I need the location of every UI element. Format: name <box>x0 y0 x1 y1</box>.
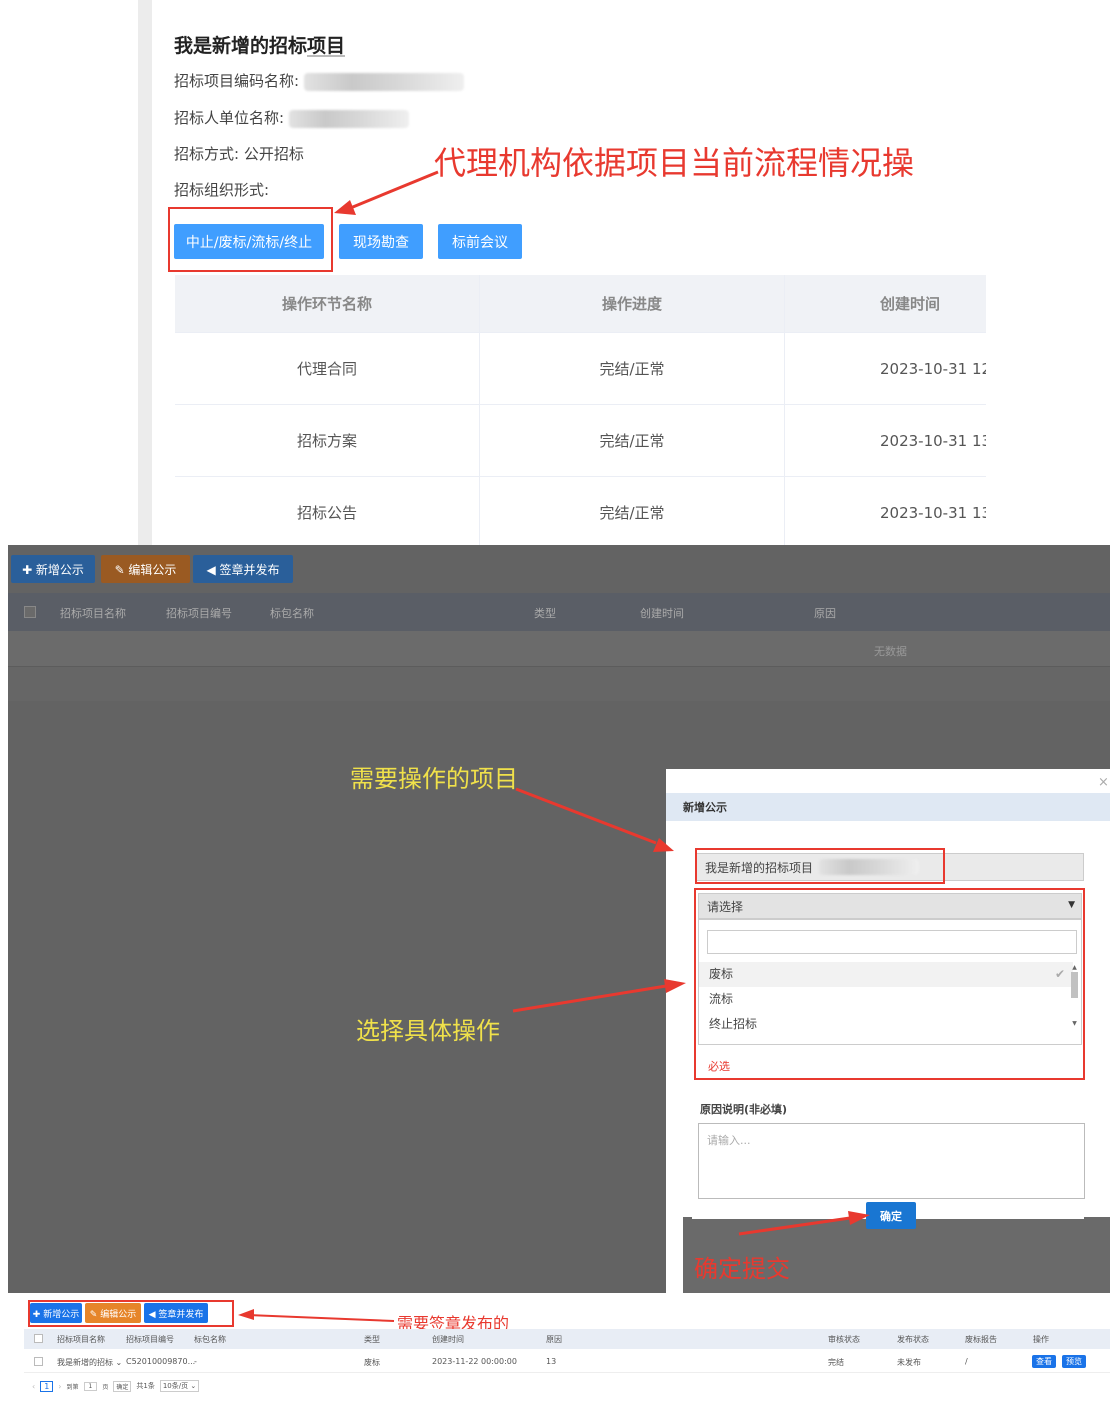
chevron-down-icon: ⌄ <box>190 1382 197 1390</box>
prev-page-icon[interactable]: ‹ <box>32 1382 35 1391</box>
cell-time: 2023-10-31 13:24 <box>880 503 986 522</box>
cell-publish-status: 未发布 <box>897 1358 921 1367</box>
preview-button[interactable]: 预览 <box>1062 1355 1086 1368</box>
col-audit-status: 审核状态 <box>828 1335 860 1344</box>
row-checkbox[interactable] <box>34 1357 43 1366</box>
project-detail-panel: 我是新增的招标项目 招标项目编码名称: 招标人单位名称: 招标方式: 公开招标 … <box>0 0 1110 549</box>
col-type: 类型 <box>364 1335 380 1344</box>
total-count: 共1条 <box>136 1382 155 1390</box>
page-size-select[interactable]: 10条/页 ⌄ <box>159 1380 200 1392</box>
goto-confirm-button[interactable]: 确定 <box>113 1380 132 1392</box>
annotation-arrows-2 <box>512 787 870 1236</box>
site-survey-button[interactable]: 现场勘查 <box>339 224 423 259</box>
announcement-list-panel: ✚ 新增公示 ✎ 编辑公示 ◀ 签章并发布 招标项目名称 招标项目编号 标包名称… <box>8 545 1110 1293</box>
cell-time: 2023-10-31 13:13 <box>880 431 986 450</box>
col-package-name: 标包名称 <box>194 1335 226 1344</box>
table-row[interactable]: 我是新增的招标 ⌄ C52010009870... - 废标 2023-11-2… <box>24 1351 1110 1373</box>
cell-progress: 完结/正常 <box>480 477 785 548</box>
col-project-name: 招标项目名称 <box>57 1335 105 1344</box>
cell-type: 废标 <box>364 1358 380 1367</box>
col-created-time: 创建时间 <box>432 1335 464 1344</box>
table-header: 操作环节名称 操作进度 创建时间 <box>175 275 986 333</box>
cell-project-name: 我是新增的招标 ⌄ <box>57 1358 123 1367</box>
signing-list-panel: ✚ 新增公示 ✎ 编辑公示 ◀ 签章并发布 需要签章发布的 招标项目名称 招标项… <box>24 1297 1110 1409</box>
progress-table: 操作环节名称 操作进度 创建时间 代理合同 完结/正常 2023-10-31 1… <box>175 275 986 549</box>
table-row: 代理合同 完结/正常 2023-10-31 12:57 <box>175 333 986 405</box>
goto-label: 到第 <box>66 1383 79 1391</box>
pre-bid-meeting-button[interactable]: 标前会议 <box>438 224 522 259</box>
cell-package-name: - <box>194 1357 197 1366</box>
table-row: 招标方案 完结/正常 2023-10-31 13:13 <box>175 405 986 477</box>
col-publish-status: 发布状态 <box>897 1335 929 1344</box>
cell-step: 代理合同 <box>175 333 480 404</box>
list-header-small: 招标项目名称 招标项目编号 标包名称 类型 创建时间 原因 审核状态 发布状态 … <box>24 1329 1110 1349</box>
page-unit: 页 <box>102 1383 109 1391</box>
header-time: 创建时间 <box>880 295 941 313</box>
view-button[interactable]: 查看 <box>1032 1355 1056 1368</box>
cell-step: 招标公告 <box>175 477 480 548</box>
select-all-checkbox-small[interactable] <box>34 1334 43 1343</box>
cell-reason: 13 <box>546 1357 557 1366</box>
cell-progress: 完结/正常 <box>480 333 785 404</box>
next-page-icon[interactable]: › <box>58 1382 61 1391</box>
cell-abandon-report: / <box>965 1357 968 1366</box>
col-reason: 原因 <box>546 1335 562 1344</box>
cell-progress: 完结/正常 <box>480 405 785 476</box>
page-number[interactable]: 1 <box>40 1380 54 1392</box>
chevron-down-icon: ⌄ <box>115 1358 123 1367</box>
col-actions: 操作 <box>1033 1335 1049 1344</box>
pagination: ‹ 1 › 到第 1 页 确定 共1条 10条/页 ⌄ <box>32 1379 200 1393</box>
cell-time: 2023-10-31 12:57 <box>880 359 986 378</box>
cell-project-code: C52010009870... <box>126 1357 196 1366</box>
header-progress: 操作进度 <box>480 275 785 332</box>
table-row: 招标公告 完结/正常 2023-10-31 13:24 <box>175 477 986 549</box>
cell-audit-status: 完结 <box>828 1358 844 1367</box>
terminate-button[interactable]: 中止/废标/流标/终止 <box>174 224 324 259</box>
col-abandon-report: 废标报告 <box>965 1335 997 1344</box>
cell-step: 招标方案 <box>175 405 480 476</box>
header-step: 操作环节名称 <box>175 275 480 332</box>
col-project-code: 招标项目编号 <box>126 1335 174 1344</box>
page-input[interactable]: 1 <box>83 1381 98 1391</box>
cell-created-time: 2023-11-22 00:00:00 <box>432 1357 517 1366</box>
